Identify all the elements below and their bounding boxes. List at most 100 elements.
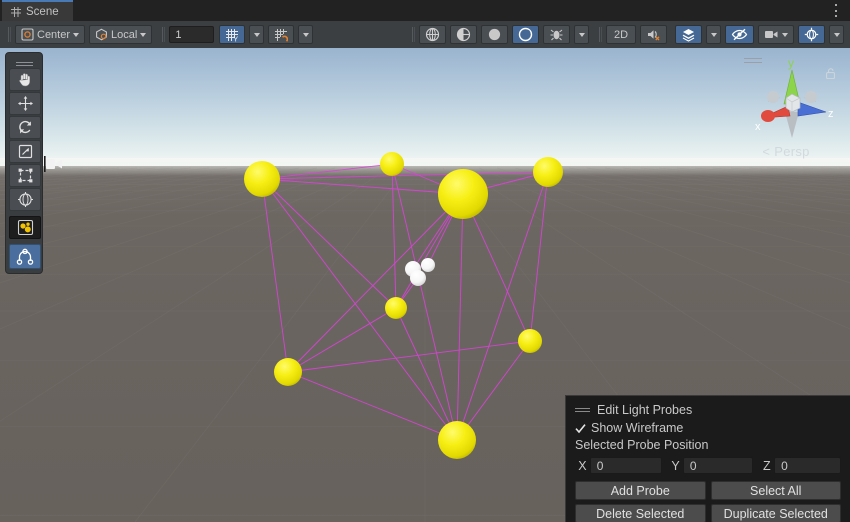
- duplicate-selected-button[interactable]: Duplicate Selected: [711, 504, 842, 522]
- position-y-input[interactable]: 0: [683, 457, 754, 474]
- scene-camera-icon: [764, 29, 779, 40]
- handle-space-label: Local: [111, 29, 137, 41]
- scene-audio-icon: [518, 27, 533, 42]
- unity-scene-window: Scene Center Local 1: [0, 0, 850, 522]
- light-probe[interactable]: [438, 169, 488, 219]
- grid-axis-y-icon: Y: [225, 28, 239, 42]
- draw-mode-button[interactable]: [450, 25, 477, 44]
- pivot-mode-label: Center: [37, 29, 70, 41]
- panel-header[interactable]: Edit Light Probes: [575, 403, 841, 417]
- wireframe-edge: [288, 194, 463, 372]
- light-probe[interactable]: [380, 152, 404, 176]
- position-z-input[interactable]: 0: [774, 457, 841, 474]
- toolbar-separator: [8, 27, 9, 42]
- scene-lighting-button[interactable]: [481, 25, 508, 44]
- grid-hash-icon: [11, 7, 21, 17]
- gizmos-button[interactable]: [798, 25, 825, 44]
- transform-tool[interactable]: [9, 188, 41, 211]
- audio-mute-icon: [646, 27, 661, 42]
- scene-audio-button[interactable]: [512, 25, 539, 44]
- hidden-objects-button[interactable]: [725, 25, 754, 44]
- wireframe-edge: [392, 164, 396, 308]
- rect-tool[interactable]: [9, 164, 41, 187]
- axis-label-z: z: [828, 108, 834, 120]
- wireframe-edge: [396, 308, 457, 440]
- show-wireframe-label: Show Wireframe: [591, 421, 683, 435]
- layers-icon: [681, 27, 696, 42]
- move-tool[interactable]: [9, 92, 41, 115]
- grid-snap-button[interactable]: [268, 25, 294, 44]
- scene-lighting-icon: [487, 27, 502, 42]
- toolbar-separator: [162, 27, 163, 42]
- wireframe-edge: [262, 164, 392, 179]
- effects-bug-icon: [549, 27, 564, 42]
- show-wireframe-row[interactable]: Show Wireframe: [575, 421, 841, 435]
- gizmos-dropdown[interactable]: [829, 25, 844, 44]
- wireframe-edge: [262, 172, 548, 179]
- light-probe[interactable]: [385, 297, 407, 319]
- drag-handle-icon[interactable]: [575, 408, 590, 409]
- svg-text:Y: Y: [234, 36, 239, 42]
- effects-dropdown[interactable]: [574, 25, 589, 44]
- view-2d-toggle[interactable]: 2D: [606, 25, 636, 44]
- add-probe-button[interactable]: Add Probe: [575, 481, 706, 500]
- panel-title: Edit Light Probes: [597, 403, 692, 417]
- position-x-input[interactable]: 0: [590, 457, 662, 474]
- probe-graph-icon: [16, 248, 34, 266]
- select-all-button[interactable]: Select All: [711, 481, 842, 500]
- view-2d-label: 2D: [614, 29, 628, 41]
- scene-toolbar: Center Local 1 Y: [0, 21, 850, 49]
- tab-scene-label: Scene: [26, 6, 59, 18]
- scene-viewport[interactable]: y x z <Persp Ed: [0, 48, 850, 522]
- draw-mode-icon: [456, 27, 471, 42]
- rotate-icon: [17, 119, 34, 136]
- mute-audio-button[interactable]: [640, 25, 667, 44]
- layers-button[interactable]: [675, 25, 702, 44]
- light-probe-tool[interactable]: [9, 244, 41, 269]
- pivot-mode-button[interactable]: Center: [15, 25, 85, 44]
- camera-gizmo-icon[interactable]: [44, 153, 66, 175]
- layers-dropdown[interactable]: [706, 25, 721, 44]
- selected-probe-position-label: Selected Probe Position: [575, 438, 841, 452]
- rotate-tool[interactable]: [9, 116, 41, 139]
- grid-snap-dropdown[interactable]: [298, 25, 313, 44]
- grid-axis-dropdown[interactable]: [249, 25, 264, 44]
- orientation-gizmo[interactable]: y x z <Persp: [728, 50, 848, 165]
- panel-button-row-2: Delete Selected Duplicate Selected: [575, 504, 841, 522]
- probe-position-fields: X 0 Y 0 Z 0: [575, 457, 841, 474]
- wireframe-edge: [262, 179, 396, 308]
- checkmark-icon[interactable]: [575, 423, 586, 434]
- window-tab-bar: Scene: [0, 0, 850, 21]
- custom-editor-tool[interactable]: [9, 216, 41, 239]
- chevron-down-icon: [782, 33, 788, 37]
- handle-local-icon: [95, 28, 108, 41]
- effects-button[interactable]: [543, 25, 570, 44]
- scene-camera-button[interactable]: [758, 25, 794, 44]
- gizmos-globe-icon: [804, 27, 819, 42]
- grid-size-input[interactable]: 1: [169, 26, 214, 43]
- grid-axis-button[interactable]: Y: [219, 25, 245, 44]
- scale-tool[interactable]: [9, 140, 41, 163]
- drag-handle-icon[interactable]: [9, 56, 39, 68]
- projection-mode-label[interactable]: <Persp: [728, 144, 844, 159]
- light-probe[interactable]: [244, 161, 280, 197]
- handle-space-button[interactable]: Local: [89, 25, 152, 44]
- light-probe[interactable]: [533, 157, 563, 187]
- panel-button-row-1: Add Probe Select All: [575, 481, 841, 500]
- delete-selected-button[interactable]: Delete Selected: [575, 504, 706, 522]
- eye-hidden-icon: [731, 27, 748, 42]
- kebab-menu-icon[interactable]: [830, 4, 842, 17]
- hand-icon: [17, 71, 34, 88]
- light-probe[interactable]: [438, 421, 476, 459]
- move-arrows-icon: [17, 95, 34, 112]
- light-probe-selected[interactable]: [410, 270, 426, 286]
- chevron-down-icon: [303, 33, 309, 37]
- light-probe-selected[interactable]: [421, 258, 435, 272]
- tab-scene[interactable]: Scene: [2, 0, 73, 21]
- light-probe[interactable]: [518, 329, 542, 353]
- hand-tool[interactable]: [9, 68, 41, 91]
- light-probe[interactable]: [274, 358, 302, 386]
- wireframe-edge: [457, 194, 463, 440]
- shading-mode-button[interactable]: [419, 25, 446, 44]
- grid-snap-magnet-icon: [274, 28, 288, 42]
